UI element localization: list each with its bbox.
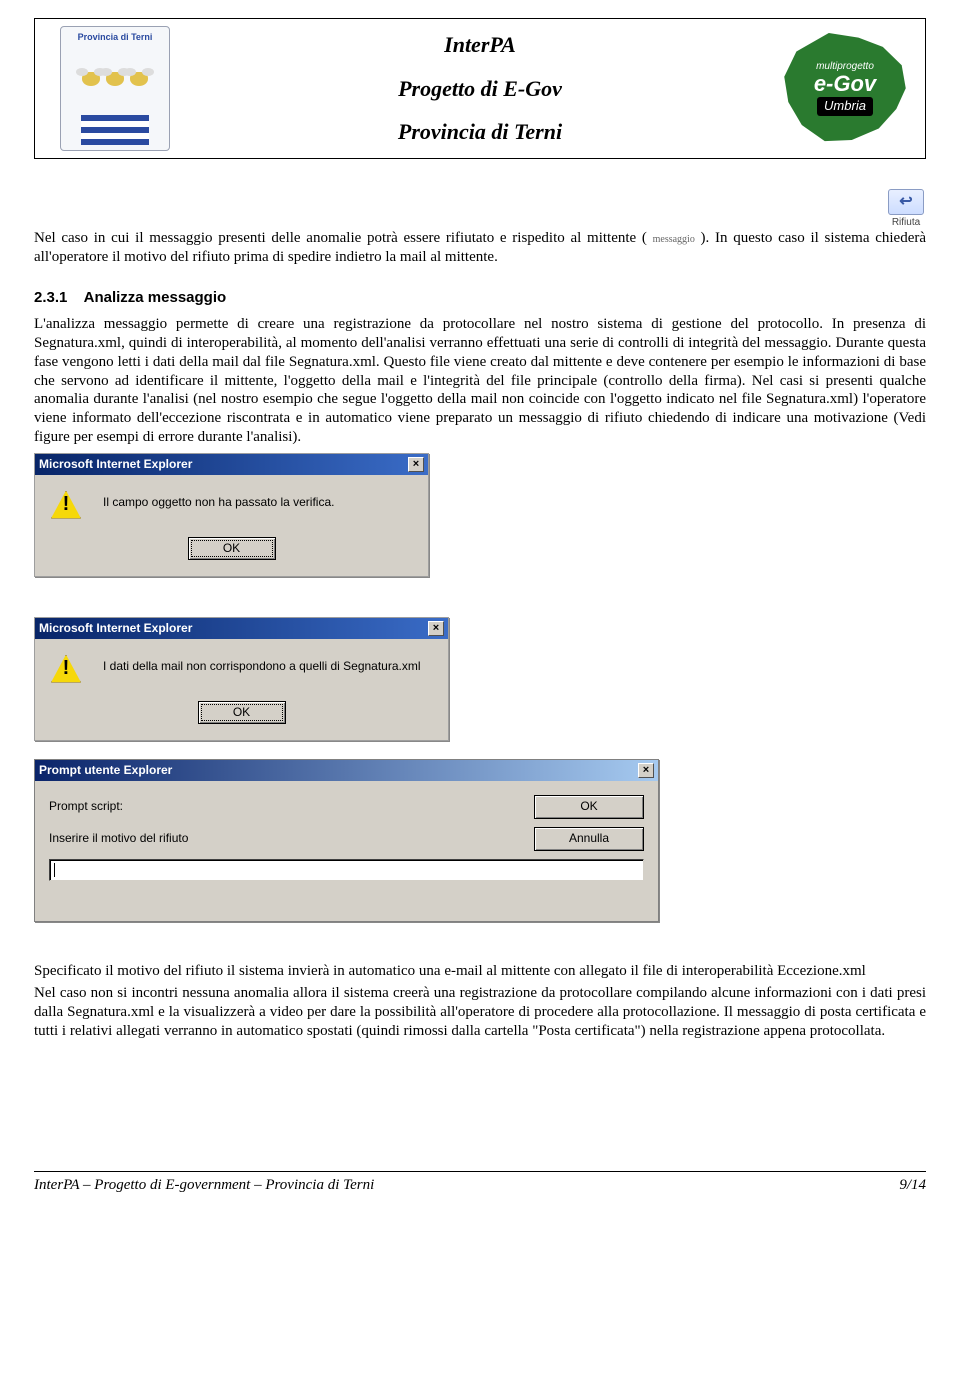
header-title-1: InterPA bbox=[444, 31, 516, 59]
header-title-3: Provincia di Terni bbox=[398, 118, 562, 146]
dialog3-titlebar: Prompt utente Explorer × bbox=[35, 760, 658, 781]
footer-left: InterPA – Progetto di E-government – Pro… bbox=[34, 1176, 374, 1195]
dialog2-message: I dati della mail non corrispondono a qu… bbox=[103, 655, 421, 674]
intro-paragraph: ↩ Rifiuta Nel caso in cui il messaggio p… bbox=[34, 189, 926, 267]
crest-bees-icon bbox=[82, 72, 148, 86]
prompt-instruction: Inserire il motivo del rifiuto bbox=[49, 831, 188, 846]
footer-page-number: 9/14 bbox=[899, 1176, 926, 1195]
egov-logo: multiprogetto e-Gov Umbria bbox=[765, 20, 925, 156]
rejection-reason-input[interactable] bbox=[49, 859, 644, 881]
rifiuta-sub-inline: messaggio bbox=[653, 234, 695, 245]
after-paragraph-1: Specificato il motivo del rifiuto il sis… bbox=[34, 962, 926, 981]
after-paragraph-2: Nel caso non si incontri nessuna anomali… bbox=[34, 984, 926, 1040]
egov-main: e-Gov bbox=[814, 73, 876, 95]
cancel-button[interactable]: Annulla bbox=[534, 827, 644, 851]
page-footer: InterPA – Progetto di E-government – Pro… bbox=[34, 1171, 926, 1195]
prompt-dialog: Prompt utente Explorer × Prompt script: … bbox=[34, 759, 659, 922]
crest-label: Provincia di Terni bbox=[78, 32, 153, 43]
crest-logo: Provincia di Terni bbox=[35, 22, 195, 155]
dialog1-message: Il campo oggetto non ha passato la verif… bbox=[103, 491, 334, 510]
dialog2-titlebar: Microsoft Internet Explorer × bbox=[35, 618, 448, 639]
page-header: Provincia di Terni InterPA Progetto di E… bbox=[34, 18, 926, 159]
dialog1-title: Microsoft Internet Explorer bbox=[39, 457, 192, 472]
close-icon[interactable]: × bbox=[638, 763, 654, 778]
umbria-map-icon: multiprogetto e-Gov Umbria bbox=[778, 31, 913, 146]
intro-pre: Nel caso in cui il messaggio presenti de… bbox=[34, 230, 653, 246]
alert-dialog-2: Microsoft Internet Explorer × ! I dati d… bbox=[34, 617, 449, 741]
crest-waves-icon bbox=[81, 115, 150, 145]
header-titles: InterPA Progetto di E-Gov Provincia di T… bbox=[195, 19, 765, 158]
warning-icon: ! bbox=[51, 491, 81, 519]
close-icon[interactable]: × bbox=[428, 621, 444, 636]
dialog1-titlebar: Microsoft Internet Explorer × bbox=[35, 454, 428, 475]
alert-dialog-1: Microsoft Internet Explorer × ! Il campo… bbox=[34, 453, 429, 577]
close-icon[interactable]: × bbox=[408, 457, 424, 472]
section-number: 2.3.1 bbox=[34, 289, 80, 308]
header-title-2: Progetto di E-Gov bbox=[398, 75, 562, 103]
ok-button[interactable]: OK bbox=[198, 701, 286, 724]
rifiuta-label: Rifiuta bbox=[892, 217, 920, 228]
prompt-script-label: Prompt script: bbox=[49, 799, 123, 814]
rifiuta-button-icon: ↩ Rifiuta bbox=[888, 189, 924, 230]
ok-button[interactable]: OK bbox=[534, 795, 644, 819]
section-body: L'analizza messaggio permette di creare … bbox=[34, 315, 926, 446]
warning-icon: ! bbox=[51, 655, 81, 683]
section-heading: 2.3.1 Analizza messaggio bbox=[34, 289, 926, 308]
dialog2-title: Microsoft Internet Explorer bbox=[39, 621, 192, 636]
reject-arrow-icon: ↩ bbox=[888, 189, 924, 215]
section-title: Analizza messaggio bbox=[84, 289, 227, 306]
ok-button[interactable]: OK bbox=[188, 537, 276, 560]
egov-sub: Umbria bbox=[817, 97, 873, 115]
dialog3-title: Prompt utente Explorer bbox=[39, 763, 172, 778]
